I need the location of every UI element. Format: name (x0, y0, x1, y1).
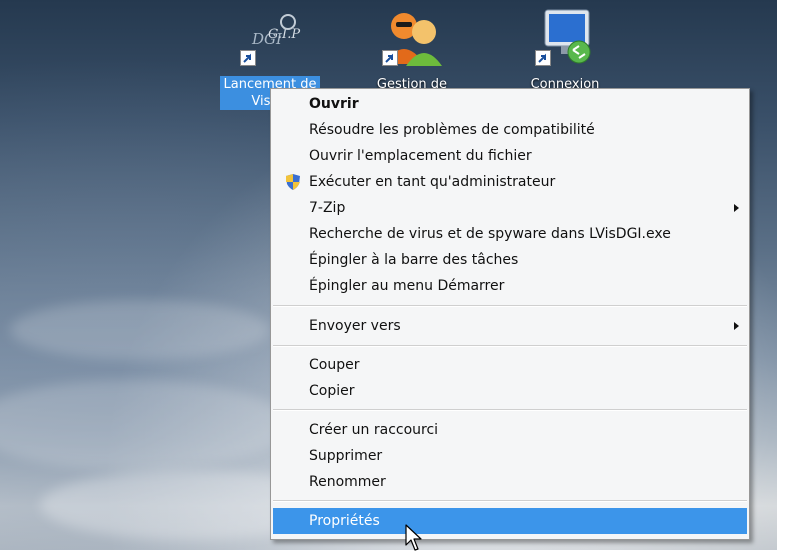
menu-separator (273, 345, 747, 347)
menu-item-pin-start[interactable]: Épingler au menu Démarrer (273, 273, 747, 299)
shortcut-arrow-icon (535, 50, 551, 66)
menu-item-label: Ouvrir l'emplacement du fichier (309, 148, 532, 164)
menu-item-run-as-admin[interactable]: Exécuter en tant qu'administrateur (273, 169, 747, 195)
svg-text:G.I.P: G.I.P (268, 27, 300, 42)
menu-item-label: Renommer (309, 474, 386, 490)
users-icon (380, 4, 444, 66)
desktop-icon-connexion[interactable]: Connexion (505, 4, 625, 93)
menu-item-properties[interactable]: Propriétés (273, 508, 747, 534)
menu-item-create-shortcut[interactable]: Créer un raccourci (273, 417, 747, 443)
menu-item-label: Épingler à la barre des tâches (309, 252, 519, 268)
menu-separator (273, 409, 747, 411)
submenu-arrow-icon (734, 322, 739, 330)
cloud (0, 380, 290, 470)
menu-item-label: 7-Zip (309, 200, 346, 216)
menu-separator (273, 500, 747, 502)
menu-item-label: Copier (309, 383, 355, 399)
menu-item-label: Résoudre les problèmes de compatibilité (309, 122, 595, 138)
menu-item-open[interactable]: Ouvrir (273, 91, 747, 117)
remote-desktop-icon (533, 4, 597, 66)
menu-item-label: Ouvrir (309, 96, 359, 112)
menu-item-cut[interactable]: Couper (273, 352, 747, 378)
menu-item-delete[interactable]: Supprimer (273, 443, 747, 469)
cloud (10, 300, 270, 360)
menu-item-label: Recherche de virus et de spyware dans LV… (309, 226, 671, 242)
menu-item-label: Couper (309, 357, 360, 373)
shortcut-arrow-icon (240, 50, 256, 66)
menu-item-label: Supprimer (309, 448, 383, 464)
menu-item-label: Exécuter en tant qu'administrateur (309, 174, 556, 190)
menu-item-label: Propriétés (309, 513, 380, 529)
menu-item-troubleshoot[interactable]: Résoudre les problèmes de compatibilité (273, 117, 747, 143)
menu-item-copy[interactable]: Copier (273, 378, 747, 404)
menu-separator (273, 305, 747, 307)
context-menu: Ouvrir Résoudre les problèmes de compati… (270, 88, 750, 540)
menu-item-rename[interactable]: Renommer (273, 469, 747, 495)
desktop-icon-gestion[interactable]: Gestion de (352, 4, 472, 93)
menu-item-7zip[interactable]: 7-Zip (273, 195, 747, 221)
mouse-pointer-icon (405, 524, 425, 556)
menu-item-send-to[interactable]: Envoyer vers (273, 313, 747, 339)
menu-item-pin-taskbar[interactable]: Épingler à la barre des tâches (273, 247, 747, 273)
visudgi-icon: DGI G.I.P (238, 4, 302, 66)
shortcut-arrow-icon (382, 50, 398, 66)
menu-item-label: Créer un raccourci (309, 422, 439, 438)
menu-item-label: Épingler au menu Démarrer (309, 278, 505, 294)
menu-item-virus-scan[interactable]: Recherche de virus et de spyware dans LV… (273, 221, 747, 247)
menu-item-label: Envoyer vers (309, 318, 401, 334)
menu-item-open-location[interactable]: Ouvrir l'emplacement du fichier (273, 143, 747, 169)
submenu-arrow-icon (734, 204, 739, 212)
